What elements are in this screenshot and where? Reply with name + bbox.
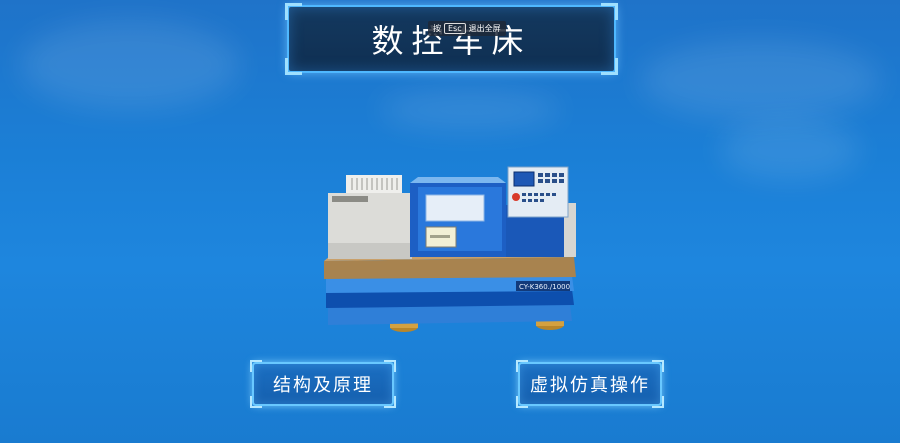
button-corner xyxy=(250,396,262,408)
button-corner xyxy=(652,396,664,408)
background-cloud xyxy=(20,20,240,110)
hint-suffix: 退出全屏 xyxy=(468,24,501,33)
esc-key: Esc xyxy=(444,23,466,34)
headstock-label xyxy=(332,196,368,202)
panel-corner xyxy=(601,3,618,20)
panel-corner xyxy=(285,58,302,75)
virtual-simulation-label: 虚拟仿真操作 xyxy=(530,375,650,396)
button-corner xyxy=(250,360,262,372)
button-corner xyxy=(384,396,396,408)
virtual-simulation-button[interactable]: 虚拟仿真操作 xyxy=(516,360,664,408)
button-corner xyxy=(516,396,528,408)
background-cloud xyxy=(380,90,560,130)
cnc-lathe-model[interactable]: CY-K360./1000 xyxy=(322,165,578,335)
background-cloud xyxy=(720,120,860,180)
vent-grill xyxy=(346,175,402,193)
panel-corner xyxy=(285,3,302,20)
emergency-stop xyxy=(512,193,520,201)
enclosure-window xyxy=(425,194,485,222)
background-cloud xyxy=(640,40,880,120)
enclosure-top xyxy=(410,177,506,183)
structure-principle-label: 结构及原理 xyxy=(273,375,373,396)
carriage-lever xyxy=(430,235,450,238)
title-panel: 数控车床 按 Esc 退出全屏 xyxy=(285,3,618,75)
headstock-lower xyxy=(328,243,412,259)
button-corner xyxy=(516,360,528,372)
panel-corner xyxy=(601,58,618,75)
button-corner xyxy=(652,360,664,372)
exit-fullscreen-hint: 按 Esc 退出全屏 xyxy=(428,21,506,36)
control-screen xyxy=(513,171,535,187)
structure-principle-button[interactable]: 结构及原理 xyxy=(250,360,396,408)
machine-model-text: CY-K360./1000 xyxy=(519,283,570,291)
button-corner xyxy=(384,360,396,372)
hint-prefix: 按 xyxy=(433,24,441,33)
